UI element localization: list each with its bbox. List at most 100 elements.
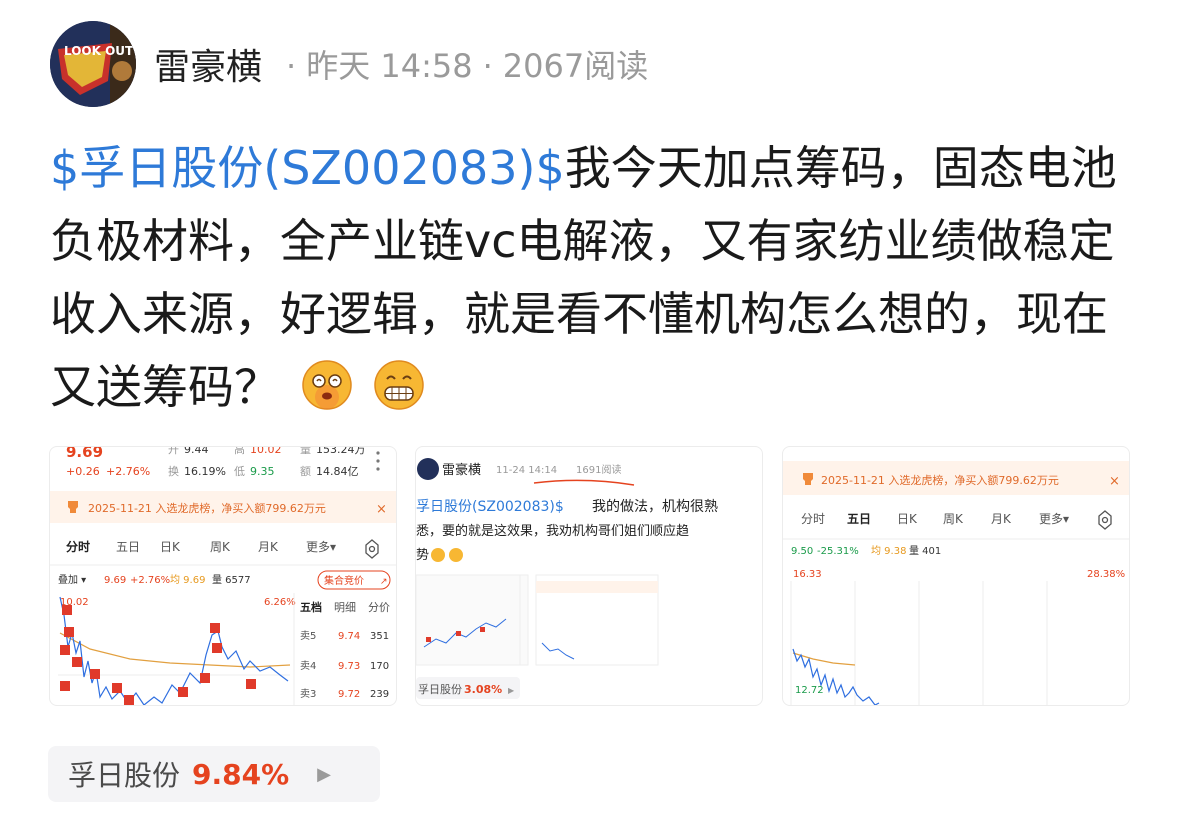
turnover-value: 16.19% — [184, 465, 226, 478]
period-tabs: 分时 五日 日K 周K 月K 更多▾ — [66, 539, 379, 559]
svg-text:卖4: 卖4 — [300, 660, 316, 672]
tab-more[interactable]: 更多▾ — [1039, 512, 1069, 526]
chevron-right-icon: ▶ — [508, 686, 515, 695]
change-value: +0.26 — [66, 465, 100, 478]
low-label: 低 — [234, 465, 245, 478]
chart-top-percent: 6.26% — [264, 597, 296, 608]
post-time: 昨天 14:58 — [306, 47, 473, 85]
stock-ticker-link: 孚日股份(SZ002083)$ — [416, 499, 564, 515]
line-percent: -25.31% — [817, 546, 859, 557]
arrow-icon: ↗ — [380, 577, 388, 587]
post-text-line: 悉，要的就是这效果，我劝机构哥们姐们顺应趋 — [416, 523, 689, 539]
avatar-text: LOOK OUT — [64, 44, 134, 58]
tab-intraday[interactable]: 分时 — [801, 512, 825, 526]
svg-text:卖3: 卖3 — [300, 688, 316, 700]
svg-text:351: 351 — [370, 631, 389, 642]
post-meta: · 昨天 14:58 · 2067阅读 — [286, 47, 649, 85]
svg-text:9.74: 9.74 — [338, 631, 360, 642]
volume-label: 量 — [300, 447, 311, 456]
ask-row: 卖4 9.73 170 — [300, 660, 389, 672]
avatar — [417, 458, 439, 480]
underline-annotation — [533, 479, 635, 486]
tab-detail[interactable]: 明细 — [334, 601, 356, 614]
post-text-line: 我的做法，机构很熟 — [592, 499, 718, 515]
stock-tag-percent: 9.84% — [192, 757, 290, 791]
stock-tag-percent: 3.08% — [464, 683, 502, 696]
chart-low-price: 12.72 — [795, 685, 824, 696]
post-views: 2067阅读 — [502, 47, 649, 85]
amount-value: 14.84亿 — [316, 465, 359, 478]
tab-more[interactable]: 更多▾ — [306, 540, 336, 554]
lhb-banner: 2025-11-21 入选龙虎榜，净买入额799.62万元 — [821, 473, 1059, 487]
image-thumbnail-2[interactable]: 雷豪横 11-24 14:14 1691阅读 孚日股份(SZ002083)$ 我… — [415, 446, 763, 706]
auction-button[interactable]: 集合竞价 — [324, 574, 364, 587]
svg-text:239: 239 — [370, 689, 389, 700]
low-value: 9.35 — [250, 465, 275, 478]
line-volume: 量 401 — [909, 545, 941, 557]
stock-tag[interactable]: 孚日股份 9.84% ▶ — [48, 746, 380, 802]
close-icon[interactable]: × — [376, 502, 387, 517]
line-price: 9.50 — [791, 546, 813, 557]
avatar-image: LOOK OUT — [50, 21, 136, 107]
svg-text:170: 170 — [370, 661, 389, 672]
ask-row: 卖5 9.74 351 — [300, 630, 389, 642]
overlay-dropdown[interactable]: 叠加 ▾ — [58, 574, 86, 586]
avg-price: 均 9.69 — [170, 574, 205, 586]
rise-value: 9.44 — [184, 447, 209, 456]
stock-tag-name: 孚日股份 — [68, 759, 181, 792]
settings-icon[interactable] — [365, 539, 379, 559]
post-views: 1691阅读 — [576, 463, 621, 476]
chevron-right-icon: ▶ — [317, 763, 331, 785]
post-body: $孚日股份(SZ002083)$我今天加点筹码，固态电池负极材料，全产业链vc电… — [50, 132, 1140, 424]
settings-icon[interactable] — [1098, 510, 1112, 530]
stock-ticker-link[interactable]: $孚日股份(SZ002083)$ — [50, 141, 565, 195]
more-icon — [376, 451, 380, 471]
svg-text:9.72: 9.72 — [338, 689, 360, 700]
line-price: 9.69 — [104, 575, 126, 586]
amount-label: 额 — [300, 465, 311, 478]
tab-monthly[interactable]: 月K — [991, 512, 1012, 526]
tab-weekly[interactable]: 周K — [943, 512, 964, 526]
rise-label: 升 — [168, 447, 179, 456]
chart-top-price: 16.33 — [793, 569, 822, 580]
ask-row: 卖3 9.72 239 — [300, 688, 389, 700]
dizzy-face-icon — [301, 360, 352, 410]
avg-price: 均 9.38 — [871, 545, 906, 557]
author-name[interactable]: 雷豪横 — [154, 38, 262, 90]
image-thumbnail-3[interactable]: 2025-11-21 入选龙虎榜，净买入额799.62万元 × 分时 五日 日K… — [782, 446, 1130, 706]
chart-top-percent: 28.38% — [1087, 569, 1125, 580]
grin-face-icon — [449, 548, 463, 562]
high-value: 10.02 — [250, 447, 282, 456]
avg-line — [59, 632, 291, 668]
svg-text:9.73: 9.73 — [338, 661, 360, 672]
lhb-banner: 2025-11-21 入选龙虎榜，净买入额799.62万元 — [88, 501, 326, 515]
tab-5day[interactable]: 五日 — [116, 540, 140, 554]
image-thumbnail-1[interactable]: 9.69 升 9.44 高 10.02 量 153.24万 +0.26 +2.7… — [49, 446, 397, 706]
post-text-line: 势 — [416, 547, 429, 563]
tab-intraday[interactable]: 分时 — [66, 539, 90, 554]
close-icon[interactable]: × — [1109, 474, 1120, 489]
change-percent: +2.76% — [106, 465, 150, 478]
line-percent: +2.76% — [130, 575, 170, 586]
avatar[interactable]: LOOK OUT — [50, 21, 136, 107]
tab-order-book[interactable]: 五档 — [300, 600, 322, 614]
tab-5day[interactable]: 五日 — [847, 512, 871, 526]
turnover-label: 换 — [168, 464, 179, 478]
svg-text:卖5: 卖5 — [300, 630, 316, 642]
volume-value: 153.24万 — [316, 447, 366, 456]
tab-price-dist[interactable]: 分价 — [368, 601, 390, 614]
post-time: 11-24 14:14 — [496, 465, 557, 476]
author-name: 雷豪横 — [442, 462, 481, 478]
line-volume: 量 6577 — [212, 574, 251, 586]
high-label: 高 — [234, 447, 245, 456]
dizzy-face-icon — [431, 548, 445, 562]
tab-daily[interactable]: 日K — [897, 512, 918, 526]
mini-screenshot — [416, 574, 529, 666]
grin-face-icon — [374, 360, 424, 410]
stock-tag-name: 孚日股份 — [418, 683, 462, 696]
tab-monthly[interactable]: 月K — [258, 540, 279, 554]
tab-weekly[interactable]: 周K — [210, 540, 231, 554]
tab-daily[interactable]: 日K — [160, 540, 181, 554]
quote-price: 9.69 — [66, 447, 103, 461]
post-header: LOOK OUT 雷豪横 · 昨天 14:58 · 2067阅读 — [50, 20, 648, 108]
